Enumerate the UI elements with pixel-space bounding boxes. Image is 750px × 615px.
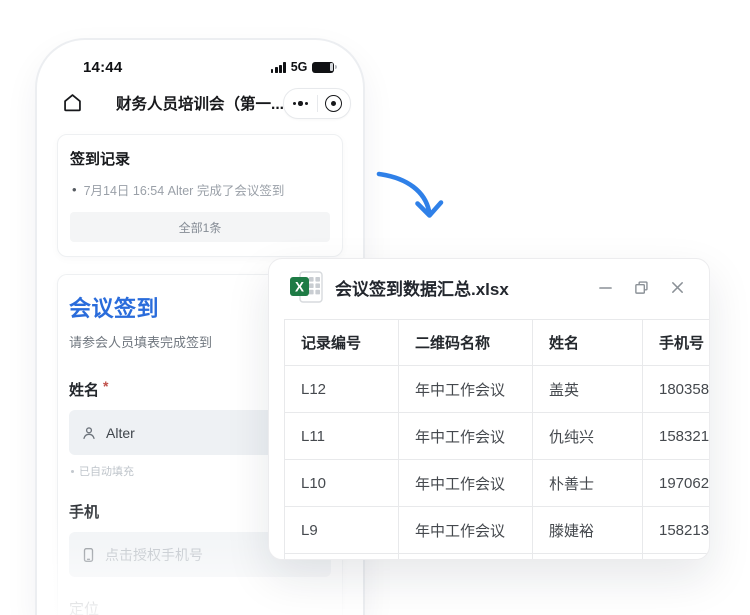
table-cell[interactable]: 仇纯兴 bbox=[533, 413, 643, 460]
status-indicators: 5G bbox=[271, 60, 337, 74]
status-bar: 14:44 5G bbox=[37, 56, 363, 78]
phone-placeholder: 点击授权手机号 bbox=[105, 545, 203, 565]
screenshot-canvas: 14:44 5G 财务人员培训会（第一... bbox=[0, 0, 750, 615]
signal-icon bbox=[271, 62, 286, 73]
window-titlebar: X 会议签到数据汇总.xlsx bbox=[269, 259, 709, 315]
table-cell[interactable] bbox=[399, 554, 533, 561]
window-controls bbox=[597, 279, 685, 295]
home-icon[interactable] bbox=[60, 90, 84, 114]
battery-icon bbox=[312, 62, 337, 73]
required-mark: * bbox=[103, 379, 108, 394]
restore-icon[interactable] bbox=[633, 279, 649, 295]
svg-text:X: X bbox=[295, 280, 304, 295]
table-row-empty bbox=[285, 554, 711, 561]
signin-data-table: 记录编号二维码名称姓名手机号L12年中工作会议盖英18035832064L11年… bbox=[284, 319, 710, 560]
location-label: 定位 bbox=[69, 598, 331, 615]
table-cell[interactable]: L10 bbox=[285, 460, 399, 507]
table-cell[interactable]: 朴善士 bbox=[533, 460, 643, 507]
record-entry-text: 7月14日 16:54 Alter 完成了会议签到 bbox=[84, 180, 285, 199]
table-cell[interactable]: L11 bbox=[285, 413, 399, 460]
curved-arrow-icon bbox=[372, 158, 444, 235]
table-cell[interactable]: L12 bbox=[285, 366, 399, 413]
table-cell[interactable]: 15821383420 bbox=[643, 507, 711, 554]
record-entry: • 7月14日 16:54 Alter 完成了会议签到 bbox=[70, 180, 330, 199]
miniprogram-capsule bbox=[283, 88, 351, 119]
table-cell[interactable]: 年中工作会议 bbox=[399, 366, 533, 413]
table-cell[interactable]: 19706203116 bbox=[643, 460, 711, 507]
table-cell[interactable]: 滕婕裕 bbox=[533, 507, 643, 554]
minimize-icon[interactable] bbox=[597, 279, 613, 295]
network-label: 5G bbox=[291, 60, 308, 74]
more-dots-icon[interactable] bbox=[284, 89, 317, 118]
table-cell[interactable] bbox=[533, 554, 643, 561]
table-cell[interactable]: 年中工作会议 bbox=[399, 413, 533, 460]
nav-bar: 财务人员培训会（第一... bbox=[37, 86, 363, 120]
person-icon bbox=[81, 425, 97, 441]
phone-icon bbox=[81, 547, 96, 563]
name-value: Alter bbox=[106, 425, 135, 441]
window-title: 会议签到数据汇总.xlsx bbox=[335, 275, 509, 300]
checkin-record-card: 签到记录 • 7月14日 16:54 Alter 完成了会议签到 全部1条 bbox=[57, 134, 343, 257]
table-cell[interactable] bbox=[643, 554, 711, 561]
table-row: L12年中工作会议盖英18035832064 bbox=[285, 366, 711, 413]
table-row: L9年中工作会议滕婕裕15821383420 bbox=[285, 507, 711, 554]
table-row: L11年中工作会议仇纯兴15832160861 bbox=[285, 413, 711, 460]
view-all-button[interactable]: 全部1条 bbox=[70, 212, 330, 242]
page-title: 财务人员培训会（第一... bbox=[97, 92, 303, 114]
table-cell[interactable]: 18035832064 bbox=[643, 366, 711, 413]
table-cell[interactable]: 年中工作会议 bbox=[399, 507, 533, 554]
table-header-row: 记录编号二维码名称姓名手机号 bbox=[285, 320, 711, 366]
table-cell[interactable]: 年中工作会议 bbox=[399, 460, 533, 507]
status-time: 14:44 bbox=[83, 59, 122, 76]
excel-window: X 会议签到数据汇总.xlsx 记录编号二维码名称姓名手机号L12年中工作会议盖… bbox=[268, 258, 710, 560]
table-cell[interactable]: 15832160861 bbox=[643, 413, 711, 460]
table-row: L10年中工作会议朴善士19706203116 bbox=[285, 460, 711, 507]
bullet: • bbox=[72, 183, 77, 196]
table-cell[interactable] bbox=[285, 554, 399, 561]
column-header[interactable]: 姓名 bbox=[533, 320, 643, 366]
table-cell[interactable]: 盖英 bbox=[533, 366, 643, 413]
column-header[interactable]: 记录编号 bbox=[285, 320, 399, 366]
column-header[interactable]: 手机号 bbox=[643, 320, 711, 366]
excel-file-icon: X bbox=[289, 271, 325, 303]
record-card-title: 签到记录 bbox=[70, 148, 330, 169]
table-cell[interactable]: L9 bbox=[285, 507, 399, 554]
capsule-target-icon[interactable] bbox=[318, 89, 351, 118]
close-icon[interactable] bbox=[669, 279, 685, 295]
column-header[interactable]: 二维码名称 bbox=[399, 320, 533, 366]
